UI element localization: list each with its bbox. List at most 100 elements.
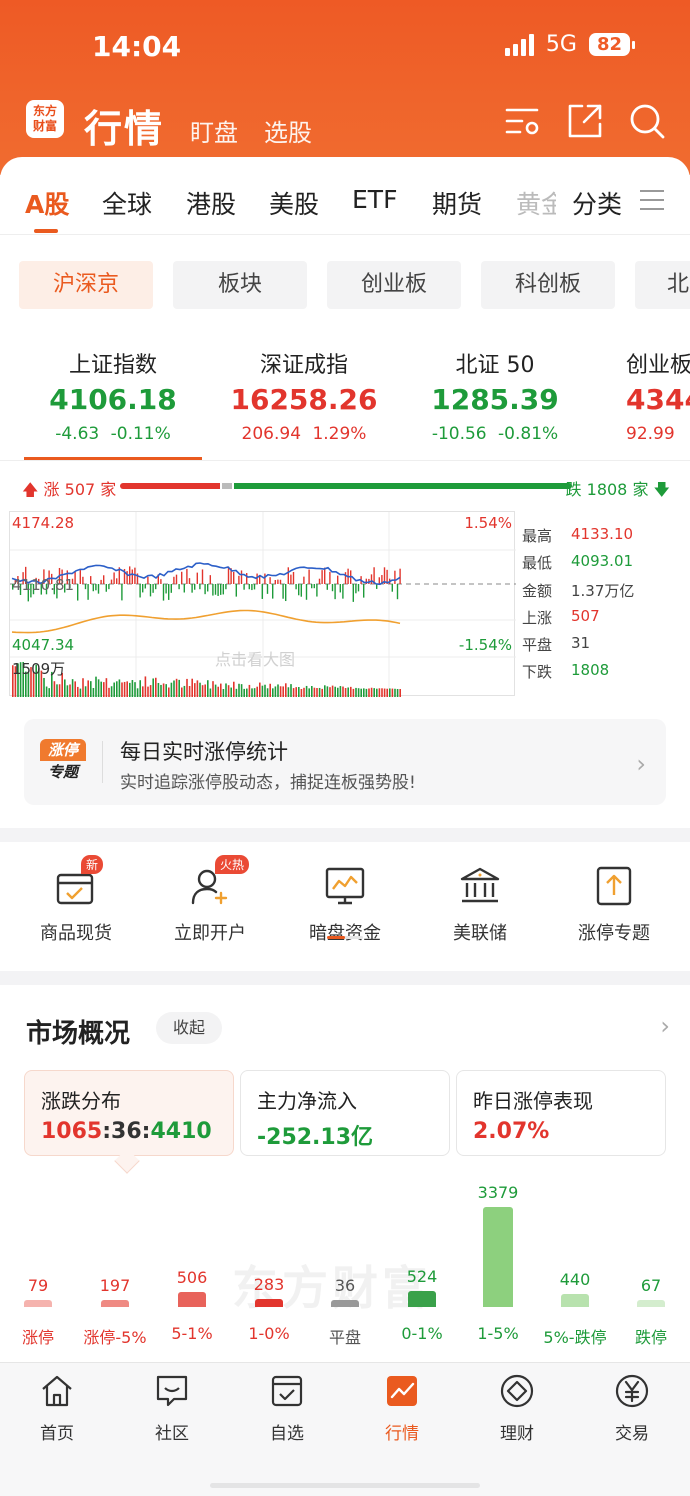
stat-row: 最高 4133.10: [522, 525, 634, 545]
index-strip: 上证指数 4106.18 -4.63 -0.11% 深证成指 16258.26 …: [0, 347, 690, 457]
stat-row: 上涨 507: [522, 606, 600, 627]
promo-title: 每日实时涨停统计: [120, 740, 288, 764]
tab-gold[interactable]: 黄金: [516, 185, 556, 221]
cart-icon: 新: [53, 855, 104, 909]
distribution-category: 跌停: [634, 1328, 667, 1347]
chart-low-label: 4047.34: [12, 636, 75, 654]
distribution-bar: [101, 1300, 129, 1307]
nav-wealth[interactable]: 理财: [472, 1373, 562, 1444]
page-title: 行情: [84, 107, 165, 151]
user-add-icon: 火热: [187, 855, 250, 909]
quick-item-fed[interactable]: 美联储: [420, 863, 540, 945]
market-chart-icon: [387, 1376, 417, 1406]
network-type: 5G: [545, 32, 577, 57]
nav-watchlist[interactable]: 自选: [242, 1373, 332, 1444]
chart-watermark: 点击看大图: [215, 650, 296, 669]
market-tabs: A股 全球 港股 美股 ETF 期货 黄金 分类: [0, 185, 690, 225]
settings-list-icon[interactable]: [504, 102, 542, 140]
tab-etf[interactable]: ETF: [352, 185, 397, 214]
advance-count: 🡅 涨 507 家: [22, 480, 117, 499]
tab-global[interactable]: 全球: [102, 185, 152, 221]
advance-decline-bar: 🡅 涨 507 家 跌 1808 家 🡇: [22, 475, 670, 499]
monitor-chart-icon: [322, 863, 368, 909]
chart-volume-label: 1509万: [12, 660, 66, 678]
distribution-bar: [483, 1207, 513, 1307]
tab-stock-picker[interactable]: 选股: [264, 113, 312, 148]
main-content: A股 全球 港股 美股 ETF 期货 黄金 分类 沪深京 板块 创业板 科创板 …: [0, 157, 690, 1362]
stat-row: 金额 1.37万亿: [522, 581, 635, 600]
distribution-bar: [255, 1298, 283, 1307]
distribution-bar: [178, 1292, 206, 1307]
share-icon[interactable]: [566, 102, 604, 140]
stat-row: 下跌 1808: [522, 661, 610, 682]
intraday-chart[interactable]: 4174.28 4110.81 4047.34 1.54% -1.54% 150…: [9, 511, 516, 697]
decline-count: 跌 1808 家 🡇: [565, 480, 670, 499]
card-main-net-inflow[interactable]: 主力净流入 -252.13亿: [240, 1070, 450, 1156]
distribution-value: 36: [334, 1276, 356, 1295]
bottom-navigation: 首页 社区 自选 行情 理财 交易: [0, 1362, 690, 1496]
yuan-icon: [615, 1374, 649, 1408]
quick-entry-grid: 新 商品现货 火热 立即开户 暗盘资金 美联储 涨停专题: [0, 843, 690, 971]
chip-chinext[interactable]: 创业板: [327, 261, 461, 309]
chevron-right-icon: ›: [636, 750, 646, 778]
status-time: 14:04: [92, 30, 182, 63]
app-header: 14:04 5G 82 东方 财富 行情 盯盘 选股: [0, 0, 690, 175]
limit-up-promo-banner[interactable]: 涨停 专题 每日实时涨停统计 实时追踪涨停股动态，捕捉连板强势股! ›: [24, 719, 666, 805]
quick-item-dark-pool[interactable]: 暗盘资金: [285, 863, 405, 945]
tab-watch[interactable]: 盯盘: [190, 113, 238, 148]
diamond-icon: [500, 1374, 534, 1408]
badge-new: 新: [81, 855, 104, 874]
chart-mid-label: 4110.81: [12, 576, 75, 594]
chevron-right-icon[interactable]: ›: [660, 1012, 670, 1040]
distribution-value: 524: [406, 1267, 438, 1287]
distribution-bar: [637, 1300, 665, 1307]
index-card[interactable]: 深证成指 16258.26 206.94 1.29%: [209, 347, 399, 444]
chat-icon: [156, 1375, 188, 1407]
distribution-bar: [561, 1293, 589, 1307]
collapse-button[interactable]: 收起: [156, 1012, 222, 1044]
chip-star[interactable]: 科创板: [481, 261, 615, 309]
stat-row: 最低 4093.01: [522, 552, 634, 573]
menu-icon[interactable]: [640, 190, 664, 217]
search-icon[interactable]: [628, 102, 666, 140]
limit-up-badge-icon: 涨停 专题: [40, 739, 86, 785]
tab-category[interactable]: 分类: [572, 185, 622, 221]
chip-beijing[interactable]: 北: [635, 261, 690, 309]
chart-pct-low: -1.54%: [458, 636, 512, 654]
distribution-value: 67: [640, 1276, 662, 1295]
promo-subtitle: 实时追踪涨停股动态，捕捉连板强势股!: [120, 773, 416, 793]
distribution-value: 506: [176, 1268, 208, 1288]
tab-futures[interactable]: 期货: [432, 185, 482, 221]
app-logo: 东方 财富: [26, 100, 64, 138]
distribution-bar: [24, 1300, 52, 1307]
distribution-bar: [331, 1300, 359, 1307]
nav-community[interactable]: 社区: [127, 1373, 217, 1444]
signal-icon: [504, 33, 534, 56]
card-yesterday-limit-up[interactable]: 昨日涨停表现 2.07%: [456, 1070, 666, 1156]
nav-trade[interactable]: 交易: [587, 1373, 677, 1444]
stat-row: 平盘 31: [522, 634, 591, 655]
checklist-icon: [271, 1375, 303, 1407]
quick-item-commodity[interactable]: 新 商品现货: [16, 855, 136, 945]
quick-item-open-account[interactable]: 火热 立即开户: [150, 855, 270, 945]
distribution-value: 283: [253, 1274, 285, 1294]
tab-a-share[interactable]: A股: [25, 185, 69, 221]
nav-home[interactable]: 首页: [12, 1373, 102, 1444]
status-indicators: 5G 82: [504, 32, 636, 57]
battery-icon: 82: [588, 33, 636, 56]
quick-item-limit-up[interactable]: 涨停专题: [554, 863, 674, 945]
bank-icon: [457, 863, 503, 909]
index-card[interactable]: 创业板 4344 92.99: [626, 347, 690, 444]
distribution-value: 3379: [477, 1183, 519, 1202]
tab-us[interactable]: 美股: [269, 185, 319, 221]
card-distribution[interactable]: 涨跌分布 1065:36:4410: [24, 1070, 234, 1156]
index-card[interactable]: 北证 50 1285.39 -10.56 -0.81%: [400, 347, 590, 444]
chip-hs[interactable]: 沪深京: [19, 261, 153, 309]
index-card[interactable]: 上证指数 4106.18 -4.63 -0.11%: [18, 347, 208, 444]
tab-hk[interactable]: 港股: [186, 185, 236, 221]
home-indicator: [210, 1483, 480, 1488]
distribution-value: 79: [27, 1276, 49, 1295]
upload-icon: [591, 863, 637, 909]
chip-sector[interactable]: 板块: [173, 261, 307, 309]
nav-market[interactable]: 行情: [357, 1373, 447, 1444]
